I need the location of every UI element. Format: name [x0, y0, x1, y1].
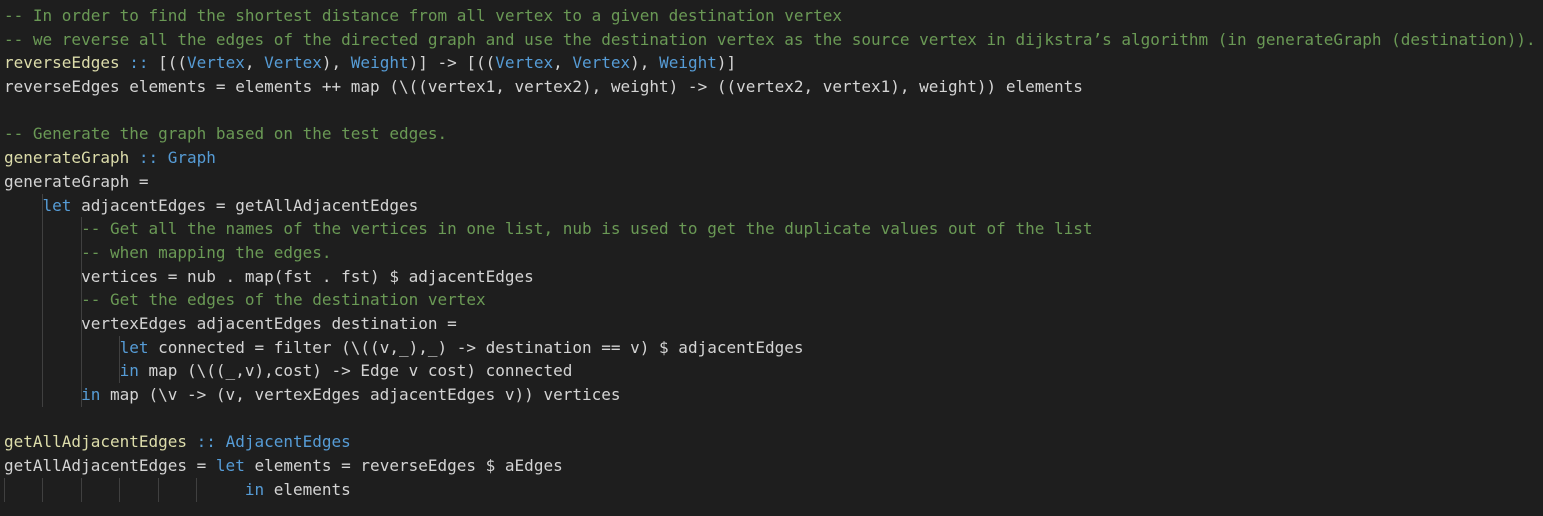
code-token-plain: getAllAdjacentEdges =	[4, 456, 216, 476]
code-line[interactable]: in elements	[0, 478, 1543, 502]
code-line-text: let connected = filter (\((v,_),_) -> de…	[0, 338, 804, 357]
code-line-text: vertexEdges adjacentEdges destination =	[0, 314, 457, 333]
code-token-type: Vertex	[264, 53, 322, 73]
code-line[interactable]: -- Get all the names of the vertices in …	[0, 217, 1543, 241]
code-line[interactable]: -- In order to find the shortest distanc…	[0, 4, 1543, 28]
code-token-comment: -- Get the edges of the destination vert…	[81, 290, 486, 310]
code-token-keyword: let	[42, 195, 72, 215]
code-token-type: Vertex	[495, 53, 554, 73]
code-token-type: Weight	[350, 53, 409, 73]
code-token-plain: map (\((_,v),cost) -> Edge v cost) conne…	[138, 361, 573, 381]
code-lines: -- In order to find the shortest distanc…	[0, 4, 1543, 501]
code-token-type: ::	[129, 53, 149, 73]
code-line-text: -- Generate the graph based on the test …	[0, 124, 447, 143]
code-line[interactable]: let adjacentEdges = getAllAdjacentEdges	[0, 194, 1543, 218]
code-line[interactable]: generateGraph :: Graph	[0, 146, 1543, 170]
code-token-plain: ,	[244, 53, 265, 73]
code-token-plain: vertices = nub . map(fst . fst) $ adjace…	[4, 266, 534, 286]
code-token-plain: map (\v -> (v, vertexEdges adjacentEdges…	[100, 385, 621, 404]
code-line-text: generateGraph =	[0, 172, 149, 191]
code-token-comment: -- Get all the names of the vertices in …	[81, 219, 1093, 239]
code-line-text: getAllAdjacentEdges :: AdjacentEdges	[0, 432, 351, 451]
code-line[interactable]: in map (\v -> (v, vertexEdges adjacentEd…	[0, 383, 1543, 407]
code-token-plain: elements	[264, 479, 351, 499]
code-line[interactable]: -- we reverse all the edges of the direc…	[0, 28, 1543, 52]
code-line-text: reverseEdges elements = elements ++ map …	[0, 77, 1083, 96]
code-line-text: vertices = nub . map(fst . fst) $ adjace…	[0, 267, 534, 286]
code-token-plain: )]	[716, 53, 737, 73]
code-line[interactable]: vertexEdges adjacentEdges destination =	[0, 312, 1543, 336]
code-line[interactable]: reverseEdges elements = elements ++ map …	[0, 75, 1543, 99]
code-token-plain: vertexEdges adjacentEdges destination =	[4, 313, 457, 333]
code-line[interactable]: vertices = nub . map(fst . fst) $ adjace…	[0, 265, 1543, 289]
code-line[interactable]	[0, 99, 1543, 123]
code-line[interactable]: getAllAdjacentEdges :: AdjacentEdges	[0, 430, 1543, 454]
code-token-comment: -- Generate the graph based on the test …	[4, 124, 448, 144]
code-token-keyword: in	[81, 385, 101, 404]
code-token-plain: [((	[148, 53, 188, 73]
code-line-text: let adjacentEdges = getAllAdjacentEdges	[0, 195, 419, 215]
code-token-func: reverseEdges	[4, 53, 120, 73]
code-token-keyword: let	[119, 337, 149, 357]
code-line[interactable]: in map (\((_,v),cost) -> Edge v cost) co…	[0, 359, 1543, 383]
code-token-plain: reverseEdges elements = elements ++ map …	[4, 77, 1083, 97]
code-line[interactable]: reverseEdges :: [((Vertex, Vertex), Weig…	[0, 51, 1543, 75]
code-token-plain: ),	[321, 53, 351, 73]
code-token-func: generateGraph	[4, 148, 130, 168]
code-token-keyword: in	[244, 479, 265, 499]
code-token-keyword: in	[119, 361, 139, 381]
code-line[interactable]: -- Get the edges of the destination vert…	[0, 288, 1543, 312]
code-line-text: -- Get all the names of the vertices in …	[0, 219, 1093, 239]
code-line[interactable]: getAllAdjacentEdges = let elements = rev…	[0, 454, 1543, 478]
code-token-type: Vertex	[187, 53, 245, 73]
code-token-plain: ),	[630, 53, 660, 73]
code-line-text: in map (\v -> (v, vertexEdges adjacentEd…	[0, 385, 621, 404]
code-line-text: -- In order to find the shortest distanc…	[0, 6, 842, 25]
code-line[interactable]: generateGraph =	[0, 170, 1543, 194]
code-editor[interactable]: -- In order to find the shortest distanc…	[0, 4, 1543, 516]
code-token-func: getAllAdjacentEdges	[4, 432, 188, 452]
code-line-text: generateGraph :: Graph	[0, 148, 216, 167]
code-token-plain: adjacentEdges = getAllAdjacentEdges	[71, 195, 419, 215]
code-token-type: Vertex	[572, 53, 631, 73]
code-token-comment: -- we reverse all the edges of the direc…	[4, 29, 1536, 49]
code-token-plain: generateGraph =	[4, 171, 149, 191]
code-token-plain: )] -> [((	[408, 53, 496, 73]
code-token-comment: -- when mapping the edges.	[81, 242, 332, 262]
code-line[interactable]	[0, 407, 1543, 431]
code-token-keyword: let	[215, 456, 245, 476]
code-line[interactable]: -- Generate the graph based on the test …	[0, 122, 1543, 146]
code-line[interactable]: -- when mapping the edges.	[0, 241, 1543, 265]
code-token-plain: ,	[553, 53, 573, 73]
code-line-text: -- Get the edges of the destination vert…	[0, 290, 486, 309]
code-token-type: :: AdjacentEdges	[196, 432, 351, 452]
code-line-text: getAllAdjacentEdges = let elements = rev…	[0, 456, 563, 475]
code-line-text: in map (\((_,v),cost) -> Edge v cost) co…	[0, 361, 573, 381]
code-line-text: in elements	[0, 480, 351, 499]
code-line-text: -- we reverse all the edges of the direc…	[0, 30, 1536, 49]
code-token-plain: elements = reverseEdges $ aEdges	[244, 456, 563, 476]
code-line-text: -- when mapping the edges.	[0, 242, 332, 262]
code-token-comment: -- In order to find the shortest distanc…	[4, 6, 843, 25]
code-line[interactable]: let connected = filter (\((v,_),_) -> de…	[0, 336, 1543, 360]
code-token-type: Weight	[659, 53, 717, 73]
code-line-text: reverseEdges :: [((Vertex, Vertex), Weig…	[0, 53, 736, 72]
code-token-plain: connected = filter (\((v,_),_) -> destin…	[148, 337, 804, 357]
code-token-type: :: Graph	[138, 148, 216, 168]
